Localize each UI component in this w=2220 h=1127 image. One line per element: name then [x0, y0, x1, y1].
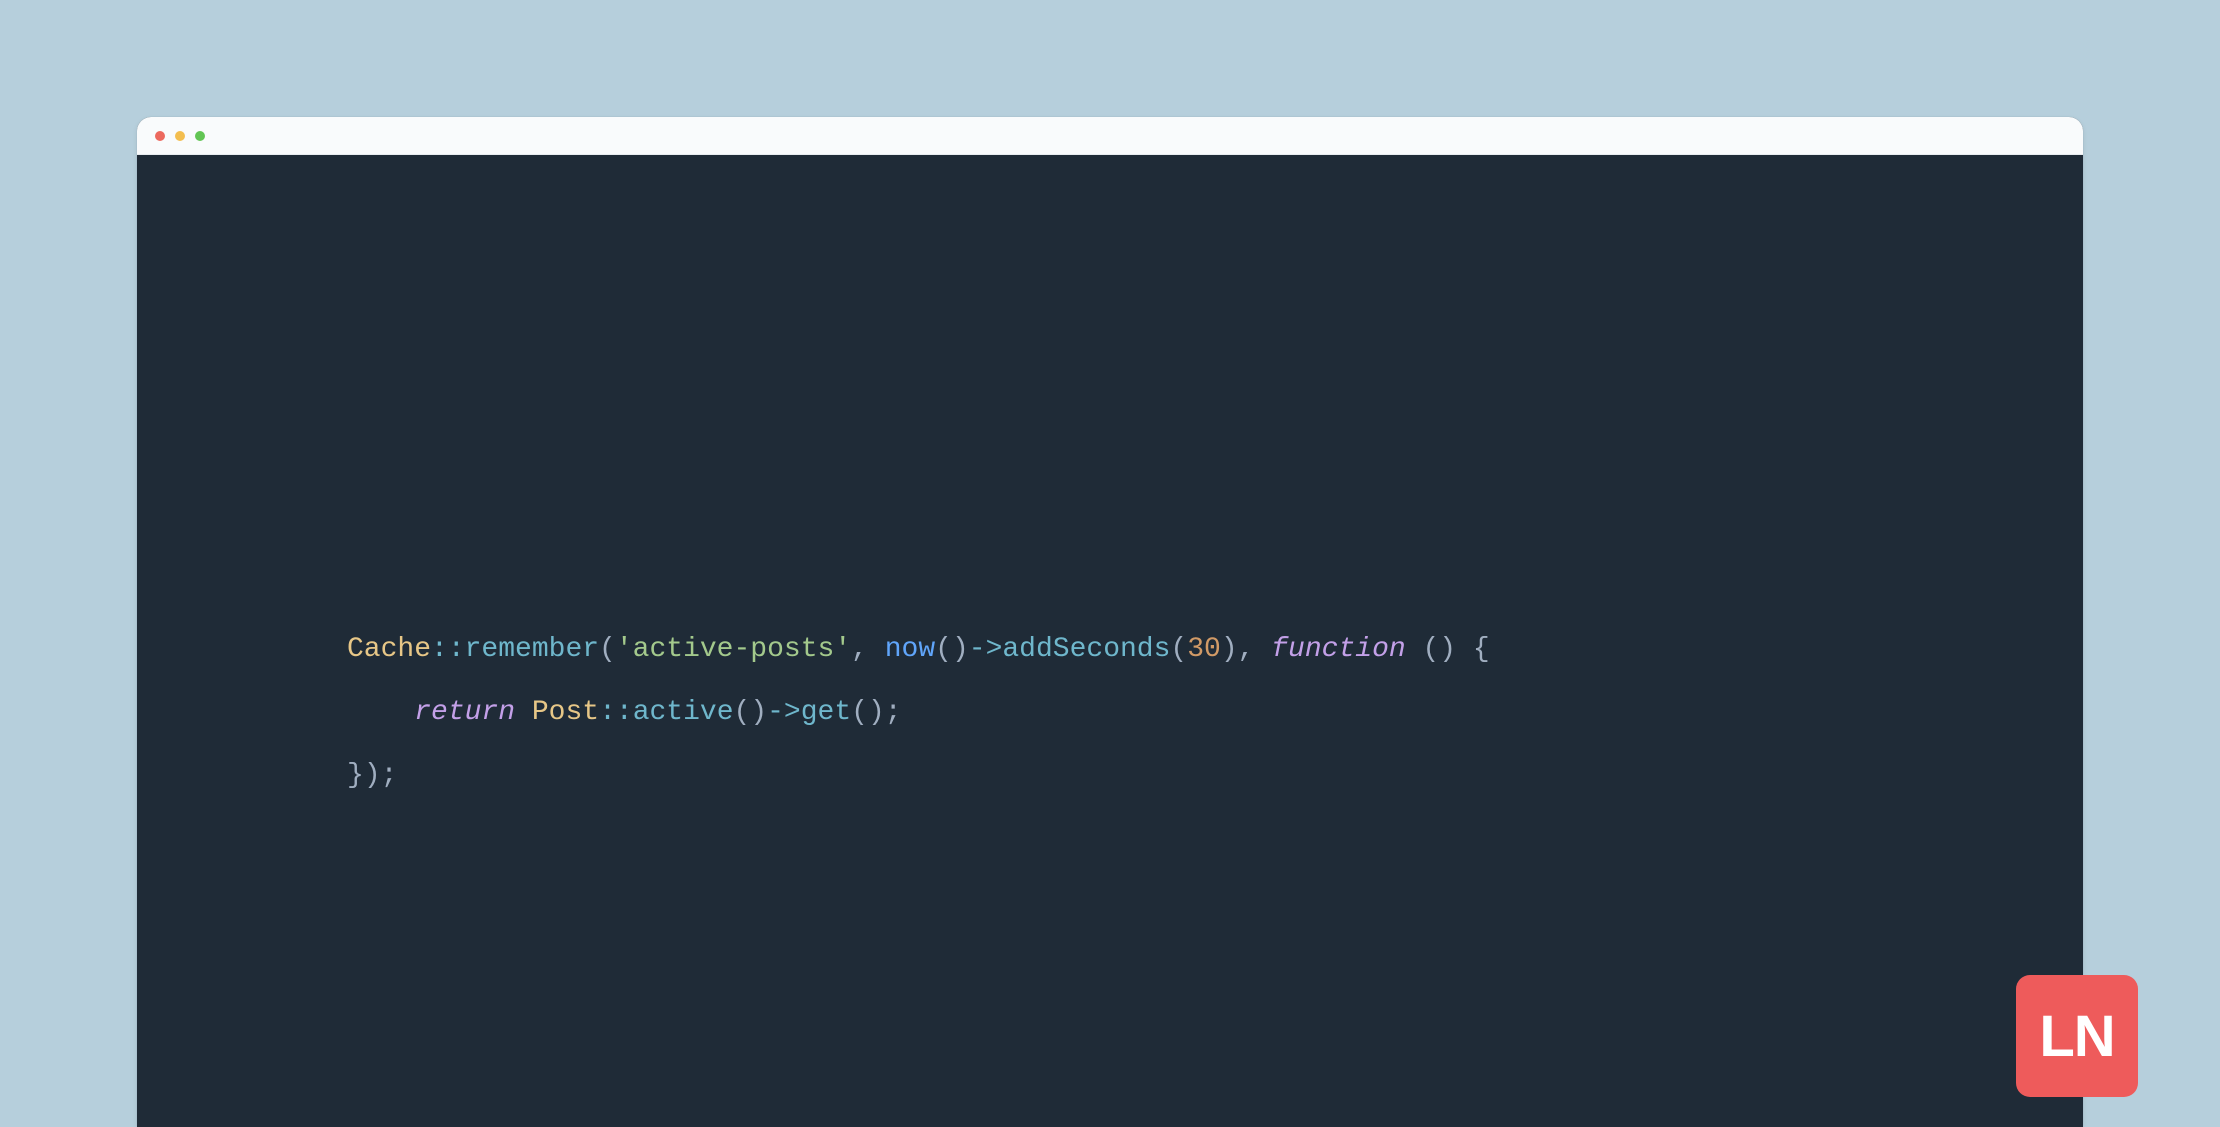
code-token: ' — [616, 634, 633, 665]
code-token: () — [1422, 634, 1456, 665]
brand-badge: LN — [2016, 975, 2138, 1097]
code-token: remember — [465, 634, 599, 665]
code-token: Post — [532, 697, 599, 728]
code-token: ; — [381, 760, 398, 791]
code-token: get — [801, 697, 851, 728]
code-token: ; — [885, 697, 902, 728]
code-token — [347, 697, 414, 728]
code-token: -> — [969, 634, 1003, 665]
code-token: , — [1238, 634, 1272, 665]
code-token: { — [1473, 634, 1490, 665]
window-titlebar — [137, 117, 2083, 155]
code-token: () — [734, 697, 768, 728]
close-icon[interactable] — [155, 131, 165, 141]
code-token: :: — [431, 634, 465, 665]
brand-badge-text: LN — [2039, 1003, 2114, 1070]
code-token: , — [851, 634, 885, 665]
code-token: active-posts — [633, 634, 835, 665]
code-token — [1406, 634, 1423, 665]
code-window: Cache::remember('active-posts', now()->a… — [137, 117, 2083, 1127]
code-token — [1456, 634, 1473, 665]
code-token: } — [347, 760, 364, 791]
code-token: return — [414, 697, 515, 728]
code-token: addSeconds — [1002, 634, 1170, 665]
code-token: now — [885, 634, 935, 665]
code-editor: Cache::remember('active-posts', now()->a… — [137, 155, 2083, 1127]
code-token: Cache — [347, 634, 431, 665]
code-token: () — [851, 697, 885, 728]
code-token: ( — [599, 634, 616, 665]
code-token: ' — [834, 634, 851, 665]
code-token: ) — [1221, 634, 1238, 665]
zoom-icon[interactable] — [195, 131, 205, 141]
code-token: -> — [767, 697, 801, 728]
code-token: 30 — [1187, 634, 1221, 665]
code-token: active — [633, 697, 734, 728]
code-token: ( — [1170, 634, 1187, 665]
code-token: () — [935, 634, 969, 665]
code-token: :: — [599, 697, 633, 728]
minimize-icon[interactable] — [175, 131, 185, 141]
code-token — [515, 697, 532, 728]
code-token: function — [1271, 634, 1405, 665]
code-token: ) — [364, 760, 381, 791]
